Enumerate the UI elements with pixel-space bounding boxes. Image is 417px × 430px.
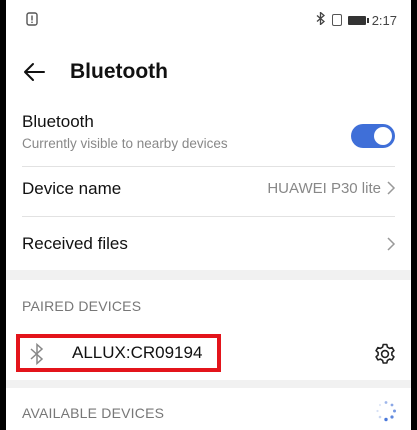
phone-screen: 2:17 Bluetooth Bluetooth Currently visib… <box>6 0 411 430</box>
paired-devices-header: PAIRED DEVICES <box>22 298 142 314</box>
available-devices-row: AVAILABLE DEVICES <box>6 392 411 430</box>
section-gap <box>6 270 411 280</box>
device-name-row[interactable]: Device name HUAWEI P30 lite <box>6 166 411 210</box>
gear-icon[interactable] <box>373 342 397 366</box>
battery-icon <box>347 15 369 25</box>
device-name-value: HUAWEI P30 lite <box>267 180 381 197</box>
divider <box>22 216 395 217</box>
vibrate-icon <box>331 14 342 26</box>
back-arrow-icon[interactable] <box>20 58 48 86</box>
loading-spinner-icon <box>375 400 397 422</box>
received-files-label: Received files <box>22 234 128 253</box>
bluetooth-label: Bluetooth <box>22 112 94 131</box>
status-bar: 2:17 <box>6 0 411 40</box>
chevron-right-icon <box>385 180 397 196</box>
visibility-status: Currently visible to nearby devices <box>22 136 228 151</box>
paired-device-name: ALLUX:CR09194 <box>72 343 203 362</box>
alert-notification-icon <box>26 12 38 29</box>
bluetooth-status-icon <box>316 11 326 28</box>
received-files-row[interactable]: Received files <box>6 222 411 270</box>
switch-knob <box>374 127 392 145</box>
app-bar: Bluetooth <box>6 48 411 96</box>
section-gap <box>6 380 411 388</box>
device-name-label: Device name <box>22 179 122 198</box>
page-title: Bluetooth <box>70 60 168 83</box>
available-devices-header: AVAILABLE DEVICES <box>22 405 165 421</box>
bluetooth-toggle-row[interactable]: Bluetooth Currently visible to nearby de… <box>6 108 411 166</box>
bluetooth-switch[interactable] <box>351 124 395 148</box>
status-time: 2:17 <box>371 12 397 28</box>
bluetooth-icon <box>28 342 46 366</box>
chevron-right-icon <box>385 236 397 252</box>
paired-device-row[interactable]: ALLUX:CR09194 <box>6 330 411 380</box>
